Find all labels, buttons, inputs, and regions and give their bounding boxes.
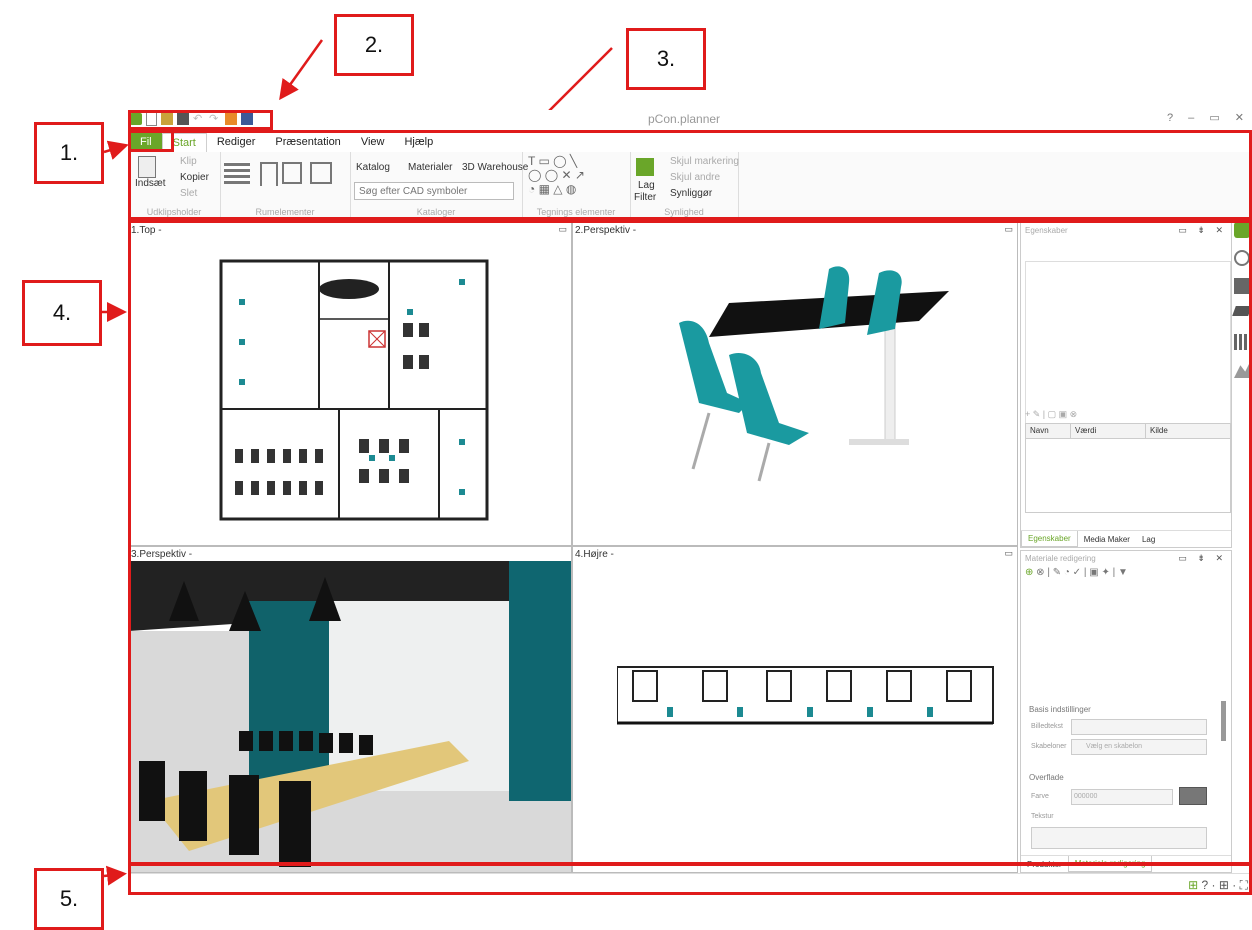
viewport-label[interactable]: 3.Perspektiv - — [131, 549, 193, 560]
callout-4-box — [128, 220, 1252, 865]
window-controls[interactable]: ? – ▭ ✕ — [1167, 111, 1250, 124]
callout-2-box — [128, 110, 273, 130]
callout-5-box — [128, 863, 1252, 895]
title-bar: ↶ ↷ pCon.planner ? – ▭ ✕ — [128, 110, 1252, 128]
app-title: pCon.planner — [648, 112, 721, 126]
callout-3-box — [128, 130, 1252, 220]
app-window: ↶ ↷ pCon.planner ? – ▭ ✕ Fil Start Redig… — [128, 110, 1252, 896]
